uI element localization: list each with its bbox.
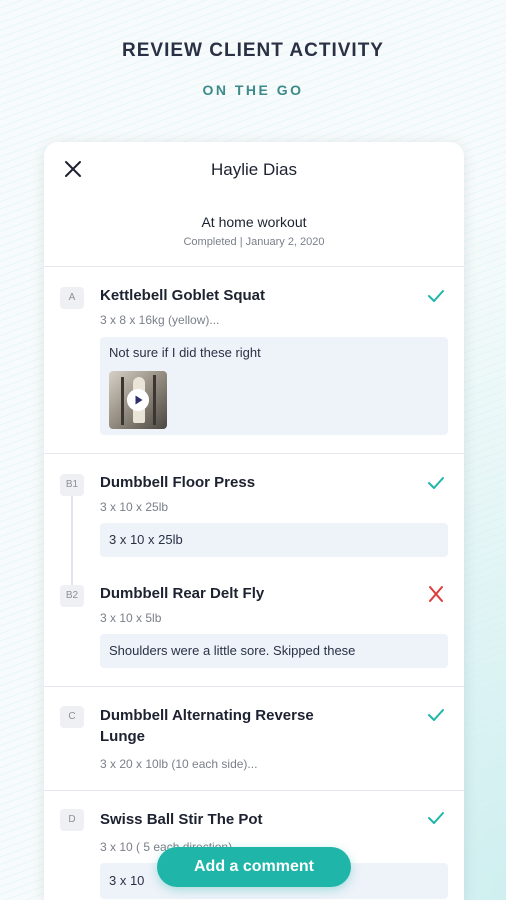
section-badge: C [60,706,84,728]
hero-title: REVIEW CLIENT ACTIVITY [122,40,384,61]
play-icon[interactable] [127,389,149,411]
check-icon [428,709,444,721]
exercise-detail: 3 x 20 x 10lb (10 each side)... [100,757,258,771]
workout-status: Completed | January 2, 2020 [183,236,325,248]
exercise-title[interactable]: Swiss Ball Stir The Pot [100,809,350,830]
exercise-section-c: C Dumbbell Alternating Reverse Lunge 3 x… [44,687,464,791]
section-badge: B2 [60,585,84,607]
section-badge: A [60,287,84,309]
rack-post [121,377,124,425]
client-note: 3 x 10 x 25lb [100,523,448,557]
workout-card: Haylie Dias At home workout Completed | … [44,142,464,900]
check-icon [428,290,444,302]
cross-icon [429,586,443,602]
card-header: Haylie Dias At home workout Completed | … [44,142,464,267]
exercise-section-a: A Kettlebell Goblet Squat 3 x 8 x 16kg (… [44,267,464,454]
exercise-detail: 3 x 10 x 25lb [100,500,169,514]
exercise-detail: 3 x 8 x 16kg (yellow)... [100,313,220,327]
exercise-detail: 3 x 10 x 5lb [100,611,162,625]
add-comment-button[interactable]: Add a comment [157,847,351,887]
client-note-text: Not sure if I did these right [109,345,261,360]
rack-post [153,375,156,425]
exercise-section-b: B1 Dumbbell Floor Press 3 x 10 x 25lb 3 … [44,454,464,687]
hero-subtitle: ON THE GO [202,82,304,98]
video-thumbnail[interactable] [109,371,167,429]
exercise-title[interactable]: Kettlebell Goblet Squat [100,285,350,306]
client-name: Haylie Dias [211,160,297,179]
workout-name: At home workout [201,214,307,230]
check-icon [428,812,444,824]
check-icon [428,477,444,489]
client-note: Shoulders were a little sore. Skipped th… [100,634,448,668]
client-note: Not sure if I did these right [100,337,448,435]
exercise-title[interactable]: Dumbbell Rear Delt Fly [100,583,350,604]
section-badge: D [60,809,84,831]
exercise-title[interactable]: Dumbbell Floor Press [100,472,350,493]
exercise-title[interactable]: Dumbbell Alternating Reverse Lunge [100,705,340,747]
section-badge: B1 [60,474,84,496]
